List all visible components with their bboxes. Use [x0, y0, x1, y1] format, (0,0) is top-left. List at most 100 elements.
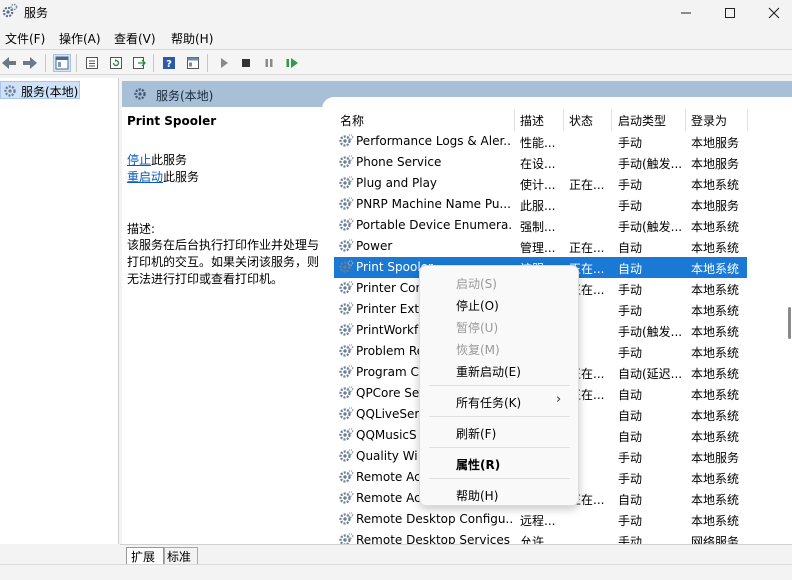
- pause-service-button[interactable]: [260, 54, 278, 72]
- service-logon-cell: 本地系统: [691, 262, 740, 276]
- toolbar-separator: [153, 54, 154, 72]
- context-menu-all-tasks[interactable]: 所有任务(K): [456, 394, 521, 411]
- service-name-cell: Remote Desktop Configu...: [356, 512, 512, 526]
- export-list-button[interactable]: [130, 54, 148, 72]
- service-description-cell: 此服...: [520, 199, 556, 213]
- service-startup-cell: 手动: [618, 199, 643, 213]
- menu-help[interactable]: 帮助(H): [171, 30, 213, 47]
- context-menu-start[interactable]: 启动(S): [456, 275, 497, 292]
- context-menu-separator: [429, 385, 570, 386]
- help-toolbar-button[interactable]: ?: [160, 54, 178, 72]
- service-logon-cell: 本地系统: [691, 388, 740, 402]
- service-description-cell: 管理...: [520, 241, 556, 255]
- context-menu-refresh[interactable]: 刷新(F): [456, 425, 496, 442]
- service-startup-cell: 自动: [618, 241, 643, 255]
- menu-view[interactable]: 查看(V): [114, 30, 156, 47]
- tab-extended[interactable]: 扩展: [126, 547, 164, 564]
- service-gear-icon: [339, 407, 354, 420]
- context-menu-resume[interactable]: 恢复(M): [456, 341, 500, 358]
- menu-action[interactable]: 操作(A): [59, 30, 101, 47]
- service-description-cell: 远程...: [520, 514, 556, 528]
- restart-service-link[interactable]: 重启动: [127, 170, 163, 184]
- table-row[interactable]: Plug and Play 使计... 正在... 手动 本地系统: [334, 173, 792, 194]
- context-menu-properties[interactable]: 属性(R): [456, 456, 500, 473]
- service-description-cell: 性能...: [520, 136, 556, 150]
- table-row[interactable]: Phone Service 在设... 手动(触发... 本地服务: [334, 152, 792, 173]
- column-divider: [611, 109, 612, 131]
- context-menu-stop[interactable]: 停止(O): [456, 297, 499, 314]
- service-startup-cell: 手动: [618, 178, 643, 192]
- service-details-pane: Print Spooler 停止此服务 重启动此服务 描述: 该服务在后台执行打…: [122, 107, 334, 544]
- export-icon: [133, 57, 146, 69]
- context-menu-help[interactable]: 帮助(H): [456, 487, 498, 504]
- start-service-button[interactable]: [215, 54, 233, 72]
- service-gear-icon: [339, 428, 354, 441]
- column-header-log-on-as[interactable]: 登录为: [691, 107, 747, 131]
- forward-button[interactable]: [21, 54, 39, 72]
- service-gear-icon: [339, 176, 354, 189]
- refresh-toolbar-button[interactable]: [107, 54, 125, 72]
- stop-service-button[interactable]: [237, 54, 255, 72]
- service-gear-icon: [339, 155, 354, 168]
- service-logon-cell: 本地服务: [691, 199, 740, 213]
- description-text: 该服务在后台执行打印作业并处理与打印机的交互。如果关闭该服务，则无法进行打印或查…: [127, 238, 320, 286]
- service-gear-icon: [339, 239, 354, 252]
- context-menu: 启动(S) 停止(O) 暂停(U) 恢复(M) 重新启动(E) 所有任务(K) …: [419, 265, 579, 506]
- column-header-name[interactable]: 名称: [340, 107, 512, 131]
- service-startup-cell: 手动(触发...: [618, 157, 683, 171]
- service-logon-cell: 本地系统: [691, 409, 740, 423]
- service-gear-icon: [339, 470, 354, 483]
- column-header-description[interactable]: 描述: [520, 107, 560, 131]
- menu-file[interactable]: 文件(F): [5, 30, 45, 47]
- table-row[interactable]: Power 管理... 正在... 自动 本地系统: [334, 236, 792, 257]
- column-divider: [685, 109, 686, 131]
- column-header-startup-type[interactable]: 启动类型: [618, 107, 684, 131]
- service-gear-icon: [339, 134, 354, 147]
- restart-icon: [286, 58, 298, 68]
- service-startup-cell: 手动: [618, 472, 643, 486]
- properties-toolbar-button[interactable]: [83, 54, 101, 72]
- service-logon-cell: 本地系统: [691, 304, 740, 318]
- restart-service-line: 重启动此服务: [127, 168, 199, 185]
- table-row[interactable]: Portable Device Enumera... 强制... 手动(触发... 本…: [334, 215, 792, 236]
- table-row[interactable]: Remote Desktop Services 允许... 手动 网络服务: [334, 530, 792, 544]
- service-logon-cell: 本地系统: [691, 346, 740, 360]
- context-menu-pause[interactable]: 暂停(U): [456, 319, 498, 336]
- services-window: 服务 文件(F) 操作(A) 查看(V) 帮助(H) ? 服务(本地) 服务(本…: [0, 0, 792, 580]
- context-menu-restart[interactable]: 重新启动(E): [456, 363, 521, 380]
- show-hide-tree-button[interactable]: [53, 54, 71, 72]
- service-startup-cell: 自动: [618, 388, 643, 402]
- service-startup-cell: 手动: [618, 451, 643, 465]
- minimize-button[interactable]: [663, 0, 709, 26]
- column-header-status[interactable]: 状态: [569, 107, 609, 131]
- service-startup-cell: 自动: [618, 409, 643, 423]
- service-name-cell: Phone Service: [356, 155, 442, 169]
- service-logon-cell: 本地系统: [691, 241, 740, 255]
- service-name-heading: Print Spooler: [127, 114, 217, 128]
- service-gear-icon: [339, 512, 354, 525]
- table-row[interactable]: Performance Logs & Aler... 性能... 手动 本地服务: [334, 131, 792, 152]
- minimize-icon: [681, 12, 691, 14]
- back-button[interactable]: [0, 54, 18, 72]
- table-row[interactable]: Remote Desktop Configu... 远程... 手动 本地系统: [334, 509, 792, 530]
- service-logon-cell: 网络服务: [691, 535, 740, 544]
- service-name-cell: Power: [356, 239, 393, 253]
- gear-icon: [2, 3, 18, 18]
- console-view-button[interactable]: [184, 54, 202, 72]
- refresh-icon: [110, 57, 122, 69]
- restart-link-suffix: 此服务: [163, 170, 200, 184]
- tab-standard[interactable]: 标准: [164, 547, 198, 564]
- stop-service-link[interactable]: 停止: [127, 153, 151, 167]
- vertical-scrollbar-thumb[interactable]: [788, 307, 791, 339]
- service-description-cell: 允许...: [520, 535, 556, 544]
- service-gear-icon: [339, 344, 354, 357]
- table-row[interactable]: PNRP Machine Name Pu... 此服... 手动 本地服务: [334, 194, 792, 215]
- service-logon-cell: 本地系统: [691, 283, 740, 297]
- restart-service-button[interactable]: [283, 54, 301, 72]
- service-logon-cell: 本地系统: [691, 472, 740, 486]
- tree-item-services-local[interactable]: 服务(本地): [0, 81, 80, 99]
- close-button[interactable]: [751, 0, 792, 26]
- toolbar-separator: [76, 54, 77, 72]
- service-logon-cell: 本地系统: [691, 430, 740, 444]
- maximize-button[interactable]: [707, 0, 753, 26]
